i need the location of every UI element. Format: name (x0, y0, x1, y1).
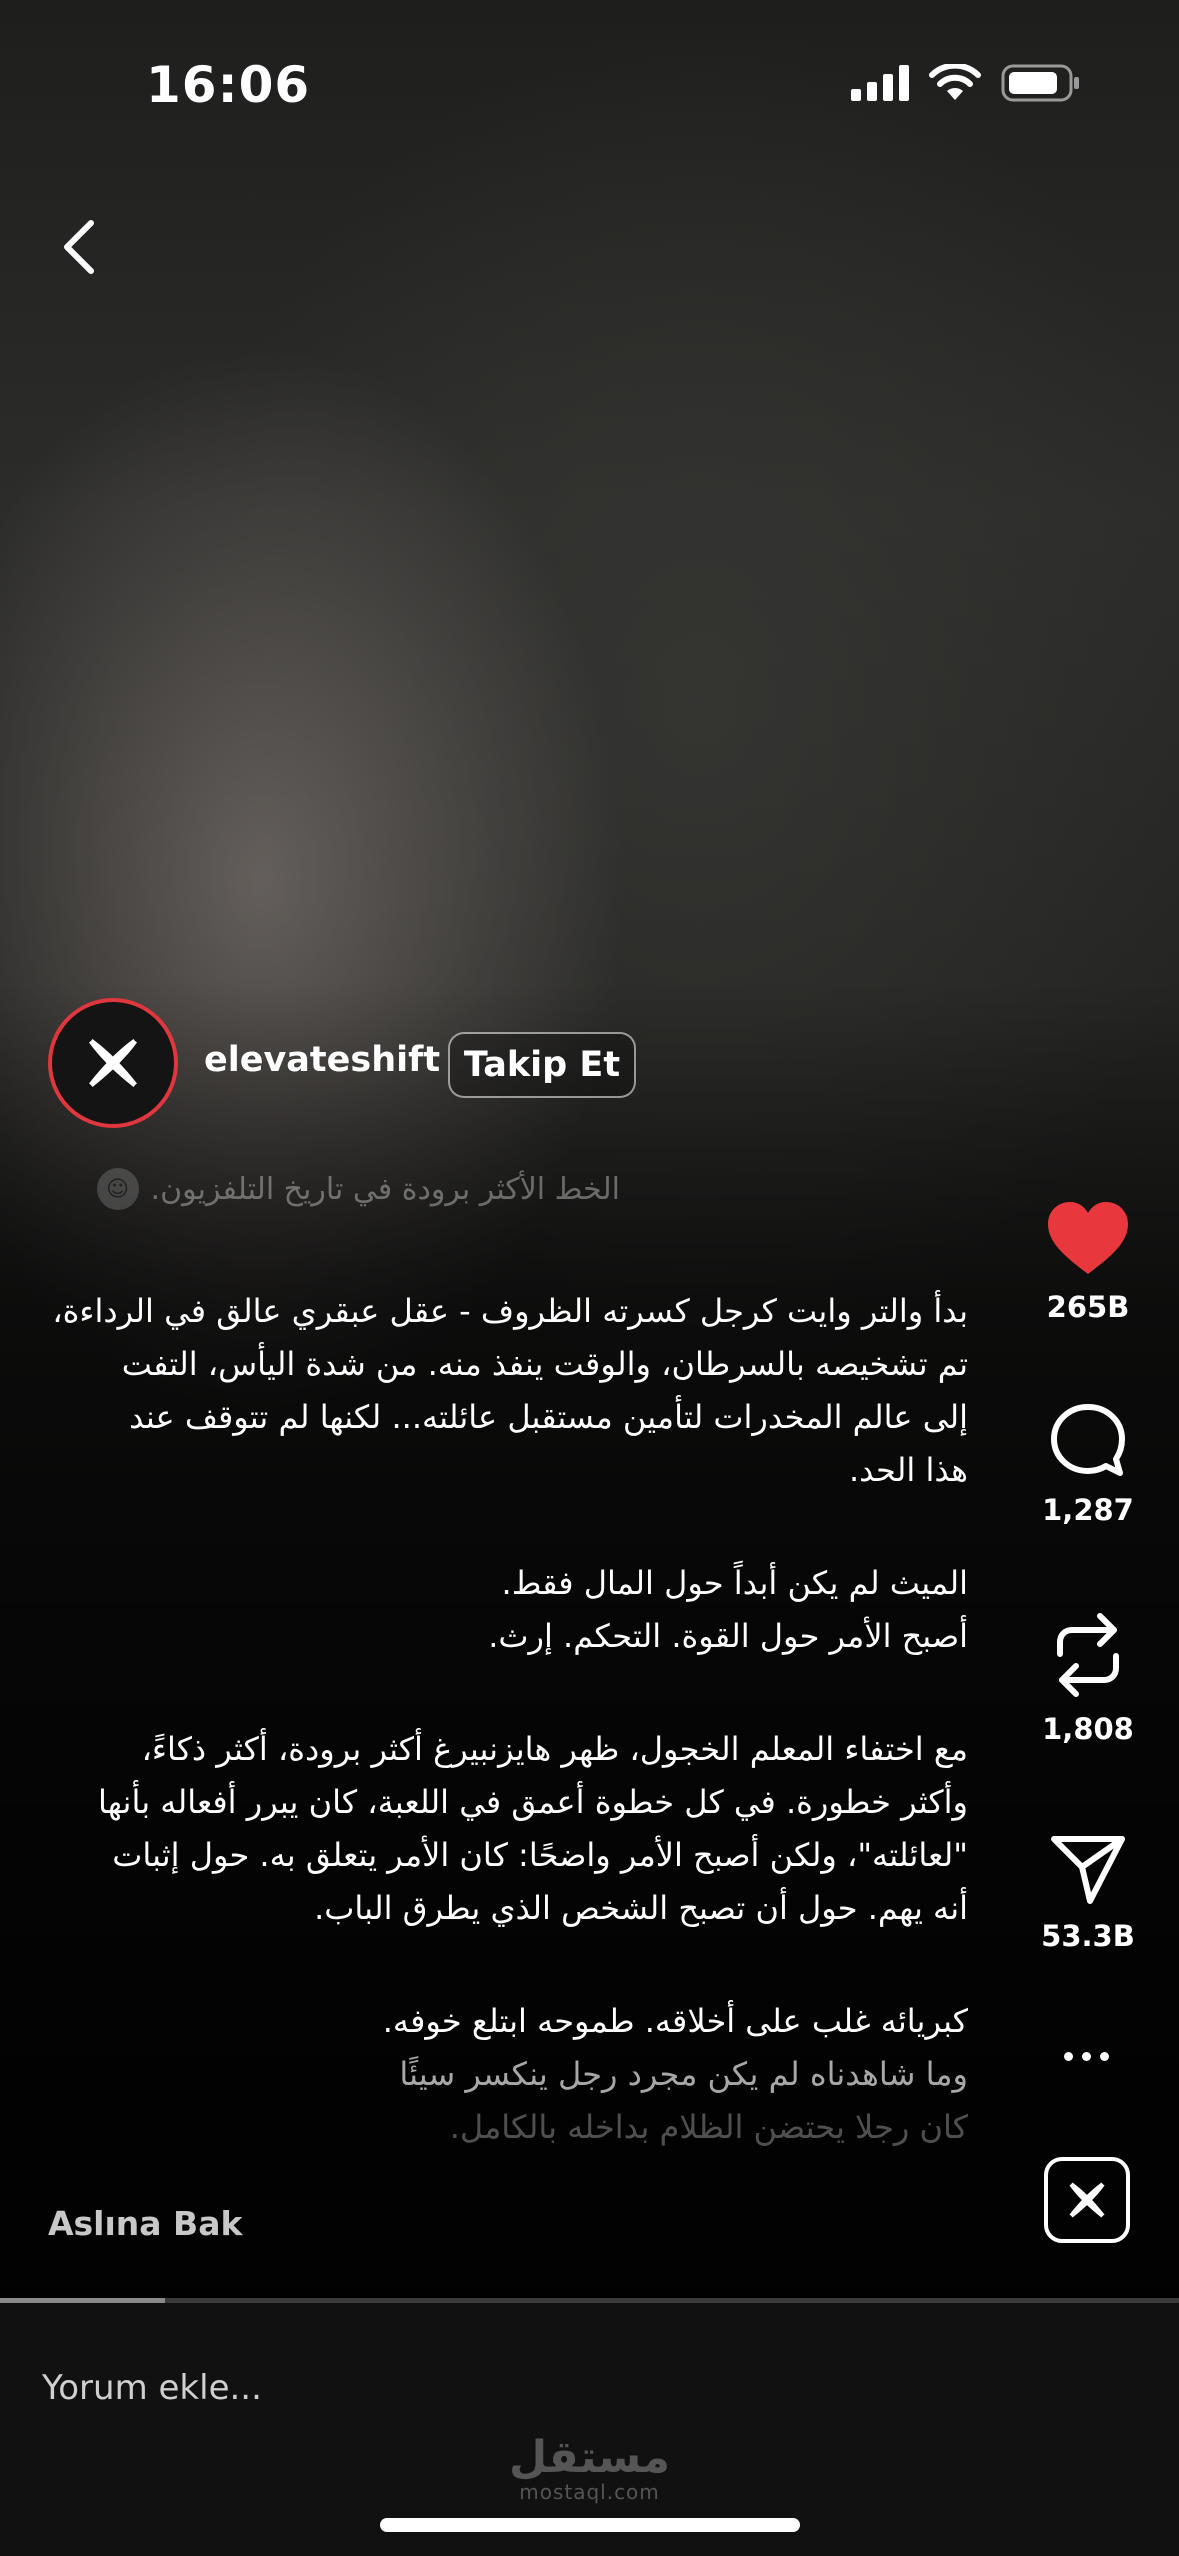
share-count: 53.3B (1041, 1919, 1135, 1953)
heart-icon[interactable] (1046, 1200, 1130, 1276)
elevateshift-logo-icon (88, 1038, 138, 1087)
status-bar-time: 16:06 (146, 56, 311, 114)
caption-line: مع اختفاء المعلم الخجول، ظهر هايزنبيرغ أ… (141, 1730, 968, 1768)
caption-line: وأكثر خطورة. في كل خطوة أعمق في اللعبة، … (98, 1783, 968, 1821)
see-original-link[interactable]: Aslına Bak (48, 2204, 242, 2243)
comment-bubble-icon[interactable] (1049, 1403, 1127, 1479)
more-options-button[interactable] (1064, 2052, 1109, 2061)
caption-body[interactable]: بدأ والتر وايت كرجل كسرته الظروف - عقل ع… (48, 1285, 968, 2154)
caption-line: كبريائه غلب على أخلاقه. طموحه ابتلع خوفه… (382, 2002, 968, 2040)
caption-line: وما شاهدناه لم يكن مجرد رجل ينكسر سيئًا (399, 2055, 968, 2093)
caption-line: أصبح الأمر حول القوة. التحكم. إرث. (488, 1617, 968, 1655)
username[interactable]: elevateshift (204, 1040, 440, 1080)
home-indicator[interactable] (380, 2518, 800, 2532)
comment-count: 1,287 (1042, 1493, 1134, 1527)
video-post-screen[interactable]: 16:06 elevateshift Takip Et الخط الأكثر … (0, 0, 1179, 2556)
caption-line: بدأ والتر وايت كرجل كسرته الظروف - عقل ع… (52, 1292, 968, 1330)
send-paper-plane-icon[interactable] (1050, 1833, 1126, 1905)
watermark-arabic: مستقل (509, 2432, 670, 2483)
caption-paragraph: الميث لم يكن أبداً حول المال فقط. أصبح ا… (48, 1557, 968, 1663)
wifi-icon (929, 64, 981, 100)
back-button[interactable] (44, 212, 114, 282)
caption-line: هذا الحد. (849, 1451, 968, 1489)
like-count: 265B (1046, 1290, 1130, 1324)
audio-source-button[interactable] (1044, 2157, 1130, 2243)
caption-paragraph: كبريائه غلب على أخلاقه. طموحه ابتلع خوفه… (48, 1995, 968, 2154)
battery-icon (1001, 64, 1079, 102)
caption-line: أنه يهم. حول أن تصبح الشخص الذي يطرق الب… (314, 1889, 968, 1927)
caption-line: تم تشخيصه بالسرطان، والوقت ينفذ منه. من … (121, 1345, 968, 1383)
dot-icon (1100, 2052, 1109, 2061)
cellular-signal-icon (851, 65, 909, 101)
watermark: مستقل mostaql.com (0, 2432, 1179, 2505)
comment-action[interactable]: 1,287 (1030, 1403, 1146, 1527)
cold-face-emoji-icon: ☺ (96, 1168, 139, 1210)
share-action[interactable]: 53.3B (1030, 1833, 1146, 1953)
follow-button[interactable]: Takip Et (448, 1032, 636, 1098)
like-action[interactable]: 265B (1030, 1200, 1146, 1324)
profile-avatar[interactable] (48, 998, 178, 1128)
caption-paragraph: بدأ والتر وايت كرجل كسرته الظروف - عقل ع… (48, 1285, 968, 1497)
dot-icon (1082, 2052, 1091, 2061)
status-bar-icons (851, 64, 1081, 102)
chevron-left-icon (64, 220, 94, 274)
caption-line: الميث لم يكن أبداً حول المال فقط. (501, 1564, 968, 1602)
repost-action[interactable]: 1,808 (1030, 1612, 1146, 1746)
caption-line: إلى عالم المخدرات لتأمين مستقبل عائلته..… (129, 1398, 968, 1436)
caption-line: كان رجلا يحتضن الظلام بداخله بالكامل. (449, 2108, 968, 2146)
caption-title: الخط الأكثر برودة في تاريخ التلفزيون. (150, 1171, 620, 1207)
elevateshift-logo-icon (1069, 2182, 1105, 2218)
comment-input[interactable]: Yorum ekle... (42, 2368, 262, 2408)
watermark-latin: mostaql.com (519, 2480, 660, 2504)
caption-line: "لعائلته"، ولكن أصبح الأمر واضحًا: كان ا… (112, 1836, 968, 1874)
repost-count: 1,808 (1042, 1712, 1134, 1746)
dot-icon (1064, 2052, 1073, 2061)
repost-icon[interactable] (1050, 1612, 1126, 1698)
caption-paragraph: مع اختفاء المعلم الخجول، ظهر هايزنبيرغ أ… (48, 1723, 968, 1935)
caption-title-row: الخط الأكثر برودة في تاريخ التلفزيون. ☺ (50, 1168, 620, 1210)
